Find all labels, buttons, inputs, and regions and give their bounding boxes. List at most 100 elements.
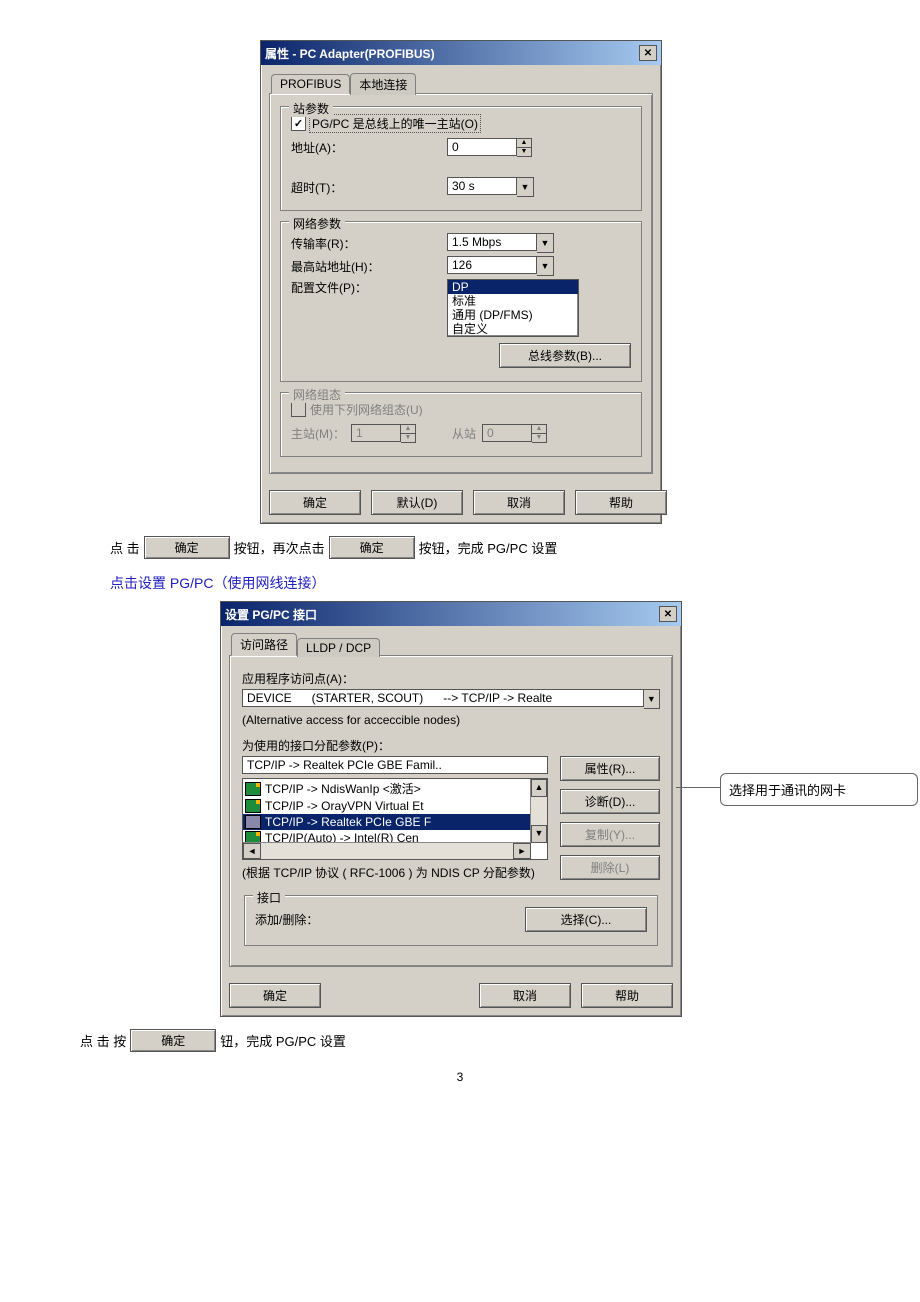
addremove-label: 添加/删除： bbox=[255, 911, 318, 928]
instruction-line-1: 点 击 确定 按钮，再次点击 确定 按钮，完成 PG/PC 设置 bbox=[110, 536, 860, 559]
help-button[interactable]: 帮助 bbox=[581, 983, 673, 1008]
master-input bbox=[351, 424, 401, 442]
scroll-down-icon[interactable]: ▼ bbox=[531, 825, 547, 843]
address-label: 地址(A)： bbox=[291, 139, 441, 156]
text: 钮，完成 PG/PC 设置 bbox=[220, 1031, 346, 1050]
tab-local[interactable]: 本地连接 bbox=[350, 73, 416, 95]
rfc-note: (根据 TCP/IP 协议 ( RFC-1006 ) 为 NDIS CP 分配参… bbox=[242, 864, 548, 881]
default-button[interactable]: 默认(D) bbox=[371, 490, 463, 515]
rate-input[interactable] bbox=[447, 233, 537, 251]
delete-button: 删除(L) bbox=[560, 855, 660, 880]
adapter-icon bbox=[245, 815, 261, 829]
help-button[interactable]: 帮助 bbox=[575, 490, 667, 515]
spinner[interactable]: ▲▼ bbox=[517, 138, 532, 157]
address-input[interactable] bbox=[447, 138, 517, 156]
tab-strip: PROFIBUS 本地连接 bbox=[261, 65, 661, 93]
selected-interface-box[interactable] bbox=[242, 756, 548, 774]
slave-label: 从站 bbox=[452, 425, 476, 442]
adapter-icon bbox=[245, 799, 261, 813]
alt-access-note: (Alternative access for acceccible nodes… bbox=[242, 713, 660, 727]
tab-label: PROFIBUS bbox=[280, 77, 341, 91]
scrollbar-vertical[interactable]: ▲ ▼ bbox=[530, 779, 547, 843]
tab-label: LLDP / DCP bbox=[306, 641, 371, 655]
access-point-label: 应用程序访问点(A)： bbox=[242, 670, 660, 687]
adapter-icon bbox=[245, 782, 261, 796]
only-master-checkbox[interactable] bbox=[291, 116, 306, 131]
tab-profibus[interactable]: PROFIBUS bbox=[271, 74, 350, 94]
rate-label: 传输率(R)： bbox=[291, 235, 441, 252]
timeout-label: 超时(T)： bbox=[291, 179, 441, 196]
close-icon[interactable]: ✕ bbox=[659, 606, 677, 622]
group-network: 网络参数 传输率(R)： ▼ 最高站地址(H)： ▼ 配置文件 bbox=[280, 221, 642, 382]
group-title: 接口 bbox=[253, 889, 285, 906]
tab-panel: 应用程序访问点(A)： ▼ (Alternative access for ac… bbox=[229, 655, 673, 967]
tab-panel: 站参数 PG/PC 是总线上的唯一主站(O) 地址(A)： ▲▼ 超时(T)： bbox=[269, 93, 653, 474]
diag-button[interactable]: 诊断(D)... bbox=[560, 789, 660, 814]
group-station: 站参数 PG/PC 是总线上的唯一主站(O) 地址(A)： ▲▼ 超时(T)： bbox=[280, 106, 642, 211]
chevron-down-icon[interactable]: ▼ bbox=[517, 177, 534, 197]
titlebar[interactable]: 属性 - PC Adapter(PROFIBUS) ✕ bbox=[261, 41, 661, 65]
list-item[interactable]: TCP/IP -> Realtek PCIe GBE F bbox=[243, 814, 531, 830]
list-item[interactable]: TCP/IP -> OrayVPN Virtual Et bbox=[243, 798, 531, 814]
cancel-button[interactable]: 取消 bbox=[479, 983, 571, 1008]
cancel-button[interactable]: 取消 bbox=[473, 490, 565, 515]
maxaddr-label: 最高站地址(H)： bbox=[291, 258, 441, 275]
chevron-down-icon[interactable]: ▼ bbox=[537, 233, 554, 253]
group-netconfig: 网络组态 使用下列网络组态(U) 主站(M)： ▲▼ 从站 ▲▼ bbox=[280, 392, 642, 457]
only-master-label: PG/PC 是总线上的唯一主站(O) bbox=[310, 115, 480, 132]
ok-button-inline[interactable]: 确定 bbox=[144, 536, 230, 559]
props-button[interactable]: 属性(R)... bbox=[560, 756, 660, 781]
timeout-input[interactable] bbox=[447, 177, 517, 195]
chevron-down-icon[interactable]: ▼ bbox=[537, 256, 554, 276]
list-item[interactable]: 自定义 bbox=[448, 322, 578, 336]
use-following-checkbox bbox=[291, 402, 306, 417]
scrollbar-horizontal[interactable]: ◄ ► bbox=[243, 842, 531, 859]
ok-button-inline[interactable]: 确定 bbox=[329, 536, 415, 559]
scroll-left-icon[interactable]: ◄ bbox=[243, 843, 261, 859]
group-title: 网络参数 bbox=[289, 215, 345, 232]
text: 点 击 按 bbox=[80, 1031, 126, 1050]
close-icon[interactable]: ✕ bbox=[639, 45, 657, 61]
slave-input bbox=[482, 424, 532, 442]
scroll-right-icon[interactable]: ► bbox=[513, 843, 531, 859]
ok-button[interactable]: 确定 bbox=[229, 983, 321, 1008]
callout-text: 选择用于通讯的网卡 bbox=[729, 783, 846, 798]
tab-lldp[interactable]: LLDP / DCP bbox=[297, 638, 380, 657]
text: 按钮，再次点击 bbox=[234, 538, 325, 557]
group-title: 站参数 bbox=[289, 100, 333, 117]
ok-button-inline[interactable]: 确定 bbox=[130, 1029, 216, 1052]
spinner: ▲▼ bbox=[532, 424, 547, 443]
spinner: ▲▼ bbox=[401, 424, 416, 443]
master-label: 主站(M)： bbox=[291, 425, 345, 442]
ok-button[interactable]: 确定 bbox=[269, 490, 361, 515]
tab-strip: 访问路径 LLDP / DCP bbox=[221, 626, 681, 655]
list-item[interactable]: 通用 (DP/FMS) bbox=[448, 308, 578, 322]
callout-connector bbox=[676, 787, 721, 788]
maxaddr-input[interactable] bbox=[447, 256, 537, 274]
tab-access-path[interactable]: 访问路径 bbox=[231, 633, 297, 656]
interface-listbox[interactable]: TCP/IP -> NdisWanIp <激活> TCP/IP -> OrayV… bbox=[242, 778, 548, 860]
tab-label: 访问路径 bbox=[240, 638, 288, 652]
dialog-title: 属性 - PC Adapter(PROFIBUS) bbox=[265, 45, 435, 62]
select-button[interactable]: 选择(C)... bbox=[525, 907, 647, 932]
access-point-combo[interactable] bbox=[242, 689, 644, 707]
group-interface: 接口 添加/删除： 选择(C)... bbox=[244, 895, 658, 946]
text: 按钮，完成 PG/PC 设置 bbox=[419, 538, 558, 557]
section-heading: 点击设置 PG/PC（使用网线连接） bbox=[110, 573, 860, 593]
page-number: 3 bbox=[60, 1070, 860, 1084]
copy-button: 复制(Y)... bbox=[560, 822, 660, 847]
list-item[interactable]: TCP/IP -> NdisWanIp <激活> bbox=[243, 779, 531, 798]
tab-label: 本地连接 bbox=[359, 78, 407, 92]
scroll-up-icon[interactable]: ▲ bbox=[531, 779, 547, 797]
chevron-down-icon[interactable]: ▼ bbox=[644, 689, 660, 709]
profile-label: 配置文件(P)： bbox=[291, 279, 441, 296]
use-following-label: 使用下列网络组态(U) bbox=[310, 401, 423, 418]
list-item[interactable]: 标准 bbox=[448, 294, 578, 308]
list-item[interactable]: DP bbox=[448, 280, 578, 294]
text: 点 击 bbox=[110, 538, 140, 557]
properties-dialog: 属性 - PC Adapter(PROFIBUS) ✕ PROFIBUS 本地连… bbox=[260, 40, 662, 524]
profile-listbox[interactable]: DP 标准 通用 (DP/FMS) 自定义 bbox=[447, 279, 579, 337]
titlebar[interactable]: 设置 PG/PC 接口 ✕ bbox=[221, 602, 681, 626]
callout-box: 选择用于通讯的网卡 bbox=[720, 773, 918, 806]
bus-params-button[interactable]: 总线参数(B)... bbox=[499, 343, 631, 368]
